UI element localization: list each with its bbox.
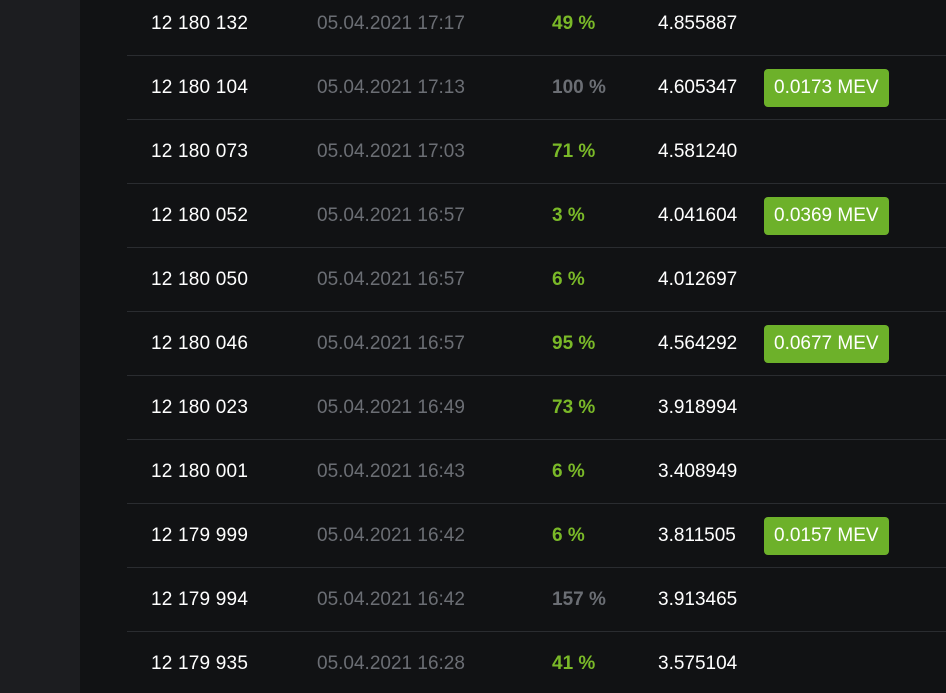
mev-badge[interactable]: 0.0369 MEV	[764, 197, 889, 235]
gas-used-percent: 3 %	[552, 205, 585, 226]
table-row[interactable]: 12 180 104 05.04.2021 17:13 100 % 4.605347 0…	[127, 56, 946, 120]
block-timestamp: 05.04.2021 16:57	[317, 333, 465, 354]
block-number[interactable]: 12 179 999	[151, 504, 248, 567]
block-number[interactable]: 12 180 052	[151, 184, 248, 247]
mev-badge[interactable]: 0.0677 MEV	[764, 325, 889, 363]
side-panel	[0, 0, 80, 693]
table-row[interactable]: 12 180 052 05.04.2021 16:57 3 % 4.041604 0.0…	[127, 184, 946, 248]
gas-used-percent: 6 %	[552, 269, 585, 290]
table-row[interactable]: 12 179 994 05.04.2021 16:42 157 % 3.913465	[127, 568, 946, 632]
block-number[interactable]: 12 179 994	[151, 568, 248, 631]
block-reward: 3.408949	[658, 461, 738, 482]
gas-used-percent: 6 %	[552, 461, 585, 482]
blocks-table: 12 180 132 05.04.2021 17:17 49 % 4.855887 12…	[127, 0, 946, 693]
block-number[interactable]: 12 180 001	[151, 440, 248, 503]
block-timestamp: 05.04.2021 16:49	[317, 397, 465, 418]
block-number[interactable]: 12 180 023	[151, 376, 248, 439]
gas-used-percent: 41 %	[552, 653, 596, 674]
table-row[interactable]: 12 180 132 05.04.2021 17:17 49 % 4.855887	[127, 0, 946, 56]
block-reward: 3.918994	[658, 397, 738, 418]
block-reward: 4.012697	[658, 269, 738, 290]
table-row[interactable]: 12 180 073 05.04.2021 17:03 71 % 4.581240	[127, 120, 946, 184]
block-timestamp: 05.04.2021 17:13	[317, 77, 465, 98]
block-reward: 4.041604	[658, 205, 738, 226]
page: 12 180 132 05.04.2021 17:17 49 % 4.855887 12…	[0, 0, 946, 693]
block-timestamp: 05.04.2021 17:17	[317, 13, 465, 34]
block-number[interactable]: 12 180 073	[151, 120, 248, 183]
gas-used-percent: 157 %	[552, 589, 606, 610]
table-row[interactable]: 12 179 935 05.04.2021 16:28 41 % 3.575104	[127, 632, 946, 693]
block-reward: 4.564292	[658, 333, 738, 354]
block-reward: 4.855887	[658, 13, 738, 34]
block-timestamp: 05.04.2021 16:43	[317, 461, 465, 482]
gas-used-percent: 100 %	[552, 77, 606, 98]
gas-used-percent: 71 %	[552, 141, 596, 162]
table-row[interactable]: 12 180 001 05.04.2021 16:43 6 % 3.408949	[127, 440, 946, 504]
block-reward: 4.605347	[658, 77, 738, 98]
block-timestamp: 05.04.2021 16:28	[317, 653, 465, 674]
block-timestamp: 05.04.2021 16:42	[317, 525, 465, 546]
block-timestamp: 05.04.2021 16:57	[317, 269, 465, 290]
gas-used-percent: 6 %	[552, 525, 585, 546]
block-number[interactable]: 12 179 935	[151, 632, 248, 693]
block-number[interactable]: 12 180 104	[151, 56, 248, 119]
block-reward: 3.811505	[658, 525, 736, 546]
block-timestamp: 05.04.2021 17:03	[317, 141, 465, 162]
gas-used-percent: 95 %	[552, 333, 596, 354]
block-timestamp: 05.04.2021 16:42	[317, 589, 465, 610]
table-row[interactable]: 12 179 999 05.04.2021 16:42 6 % 3.811505 0.0…	[127, 504, 946, 568]
table-row[interactable]: 12 180 046 05.04.2021 16:57 95 % 4.564292 0.…	[127, 312, 946, 376]
table-row[interactable]: 12 180 050 05.04.2021 16:57 6 % 4.012697	[127, 248, 946, 312]
mev-badge[interactable]: 0.0157 MEV	[764, 517, 889, 555]
mev-badge[interactable]: 0.0173 MEV	[764, 69, 889, 107]
block-number[interactable]: 12 180 046	[151, 312, 248, 375]
gas-used-percent: 73 %	[552, 397, 596, 418]
gas-used-percent: 49 %	[552, 13, 596, 34]
block-reward: 3.575104	[658, 653, 738, 674]
block-reward: 4.581240	[658, 141, 738, 162]
block-reward: 3.913465	[658, 589, 738, 610]
block-number[interactable]: 12 180 132	[151, 0, 248, 55]
block-number[interactable]: 12 180 050	[151, 248, 248, 311]
table-row[interactable]: 12 180 023 05.04.2021 16:49 73 % 3.918994	[127, 376, 946, 440]
block-timestamp: 05.04.2021 16:57	[317, 205, 465, 226]
